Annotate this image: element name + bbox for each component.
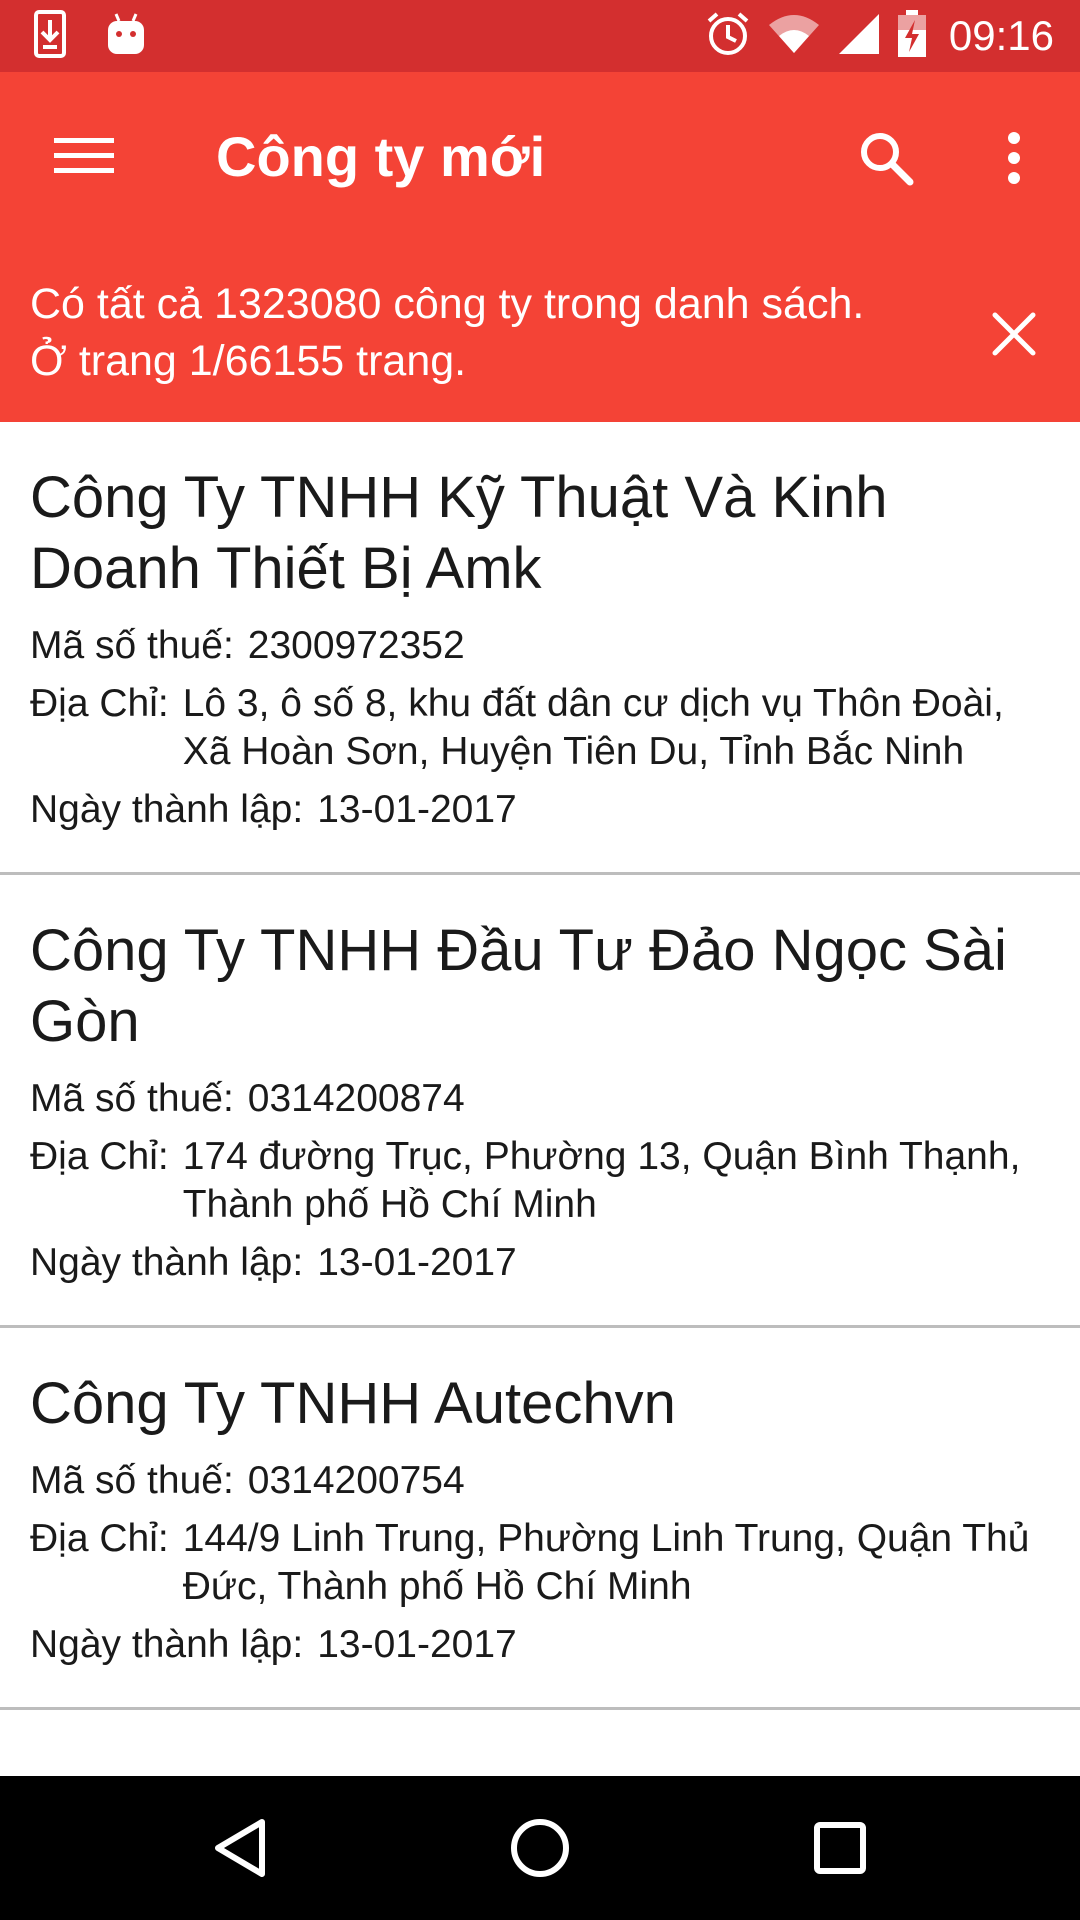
tax-label: Mã số thuế:	[30, 1077, 234, 1120]
address-row: Địa Chỉ: 174 đường Trục, Phường 13, Quận…	[30, 1133, 1050, 1229]
tax-code: 0314200754	[247, 1459, 465, 1502]
search-icon	[861, 133, 914, 186]
company-card[interactable]: Công Ty TNHH Kỹ Thuật Và Kinh Doanh Thiế…	[0, 422, 1080, 875]
signal-icon	[837, 12, 881, 61]
tax-row: Mã số thuế: 2300972352	[30, 622, 1050, 670]
battery-icon	[897, 9, 927, 63]
menu-button[interactable]	[40, 112, 128, 200]
app-bar: Công ty mới	[0, 72, 1080, 240]
date-row: Ngày thành lập: 13-01-2017	[30, 1239, 1050, 1287]
date-value: 13-01-2017	[317, 788, 517, 831]
company-list: Công Ty TNHH Kỹ Thuật Và Kinh Doanh Thiế…	[0, 422, 1080, 1710]
address-label: Địa Chỉ:	[30, 682, 169, 725]
status-bar: 09:16	[0, 0, 1080, 72]
address-row: Địa Chỉ: Lô 3, ô số 8, khu đất dân cư dị…	[30, 680, 1050, 776]
status-right-icons: 09:16	[705, 9, 1054, 63]
status-left-icons	[34, 9, 146, 63]
more-vert-icon	[1008, 132, 1020, 184]
back-button[interactable]	[200, 1808, 280, 1888]
date-row: Ngày thành lập: 13-01-2017	[30, 786, 1050, 834]
hamburger-icon	[54, 138, 114, 173]
recents-icon	[814, 1822, 866, 1874]
banner-text: Có tất cả 1323080 công ty trong danh sác…	[30, 280, 865, 385]
tax-row: Mã số thuế: 0314200754	[30, 1457, 1050, 1505]
address-label: Địa Chỉ:	[30, 1517, 169, 1560]
date-value: 13-01-2017	[317, 1623, 517, 1666]
date-row: Ngày thành lập: 13-01-2017	[30, 1621, 1050, 1669]
recents-button[interactable]	[800, 1808, 880, 1888]
home-icon	[511, 1819, 569, 1877]
date-label: Ngày thành lập:	[30, 1623, 304, 1666]
search-button[interactable]	[846, 118, 926, 198]
alarm-icon	[705, 11, 751, 62]
date-label: Ngày thành lập:	[30, 1241, 304, 1284]
status-time: 09:16	[948, 12, 1054, 59]
android-icon	[106, 12, 146, 61]
info-banner: Có tất cả 1323080 công ty trong danh sác…	[0, 240, 1080, 422]
address-label: Địa Chỉ:	[30, 1135, 169, 1178]
company-card[interactable]: Công Ty TNHH Autechvn Mã số thuế: 031420…	[0, 1328, 1080, 1710]
tax-code: 0314200874	[247, 1077, 465, 1120]
address-value: Lô 3, ô số 8, khu đất dân cư dịch vụ Thô…	[182, 682, 1004, 773]
close-icon	[992, 312, 1036, 356]
address-value: 144/9 Linh Trung, Phường Linh Trung, Quậ…	[182, 1517, 1030, 1608]
more-options-button[interactable]	[974, 118, 1054, 198]
date-label: Ngày thành lập:	[30, 788, 304, 831]
tax-code: 2300972352	[247, 624, 465, 667]
company-card[interactable]: Công Ty TNHH Đầu Tư Đảo Ngọc Sài Gòn Mã …	[0, 875, 1080, 1328]
home-button[interactable]	[500, 1808, 580, 1888]
address-row: Địa Chỉ: 144/9 Linh Trung, Phường Linh T…	[30, 1515, 1050, 1611]
download-icon	[34, 9, 66, 63]
tax-row: Mã số thuế: 0314200874	[30, 1075, 1050, 1123]
tax-label: Mã số thuế:	[30, 624, 234, 667]
date-value: 13-01-2017	[317, 1241, 517, 1284]
navigation-bar	[0, 1776, 1080, 1920]
company-name: Công Ty TNHH Đầu Tư Đảo Ngọc Sài Gòn	[30, 918, 1007, 1054]
back-icon	[215, 1819, 265, 1877]
banner-close-button[interactable]	[978, 298, 1050, 370]
tax-label: Mã số thuế:	[30, 1459, 234, 1502]
address-value: 174 đường Trục, Phường 13, Quận Bình Thạ…	[182, 1135, 1021, 1226]
company-name: Công Ty TNHH Autechvn	[30, 1371, 676, 1436]
wifi-icon	[767, 13, 821, 60]
company-name: Công Ty TNHH Kỹ Thuật Và Kinh Doanh Thiế…	[30, 465, 888, 601]
page-title: Công ty mới	[216, 125, 546, 188]
